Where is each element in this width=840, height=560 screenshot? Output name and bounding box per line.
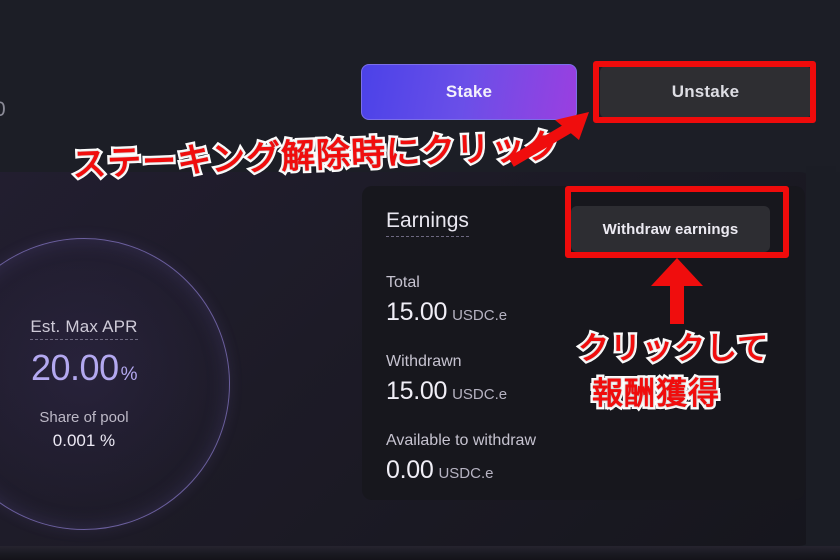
stat-value-row: 0.00 USDC.e [386,456,536,485]
page-bottom-strip [0,546,840,560]
stat-value-row: 15.00 USDC.e [386,298,507,327]
highlight-box-unstake [593,61,816,123]
app-screenshot: 0 Est. Max APR 20.00% Share of pool 0.00… [0,0,840,560]
stat-label: Total [386,274,420,291]
annotation-withdraw-note-line1: クリックして [575,329,770,370]
apr-content: Est. Max APR 20.00% Share of pool 0.001 … [0,239,229,529]
apr-percent-symbol: % [120,364,138,385]
stat-available-to-withdraw: Available to withdraw 0.00 USDC.e [386,432,536,485]
stat-value: 15.00 [386,298,448,326]
stat-unit: USDC.e [452,307,508,324]
panel-right-gutter [806,166,836,552]
stat-total: Total 15.00 USDC.e [386,274,507,327]
stat-label: Available to withdraw [386,432,537,449]
stat-withdrawn: Withdrawn 15.00 USDC.e [386,353,507,406]
annotation-arrow-to-withdraw-icon [651,258,703,324]
apr-ring: Est. Max APR 20.00% Share of pool 0.001 … [0,238,230,530]
share-of-pool-label: Share of pool [39,409,129,426]
annotation-arrow-to-unstake-icon [508,112,589,167]
apr-label: Est. Max APR [30,317,138,340]
stat-unit: USDC.e [452,386,508,403]
apr-value: 20.00 [31,347,119,388]
earnings-title: Earnings [386,209,469,237]
stat-label: Withdrawn [386,353,462,370]
annotation-withdraw-note-line2: 報酬獲得 [590,374,722,415]
highlight-box-withdraw-earnings [565,186,789,258]
stat-value: 0.00 [386,456,434,484]
stat-unit: USDC.e [438,465,494,482]
stat-value-row: 15.00 USDC.e [386,377,507,406]
stat-value: 15.00 [386,377,448,405]
share-of-pool-value: 0.001 % [52,431,116,450]
truncated-left-value: 0 [0,98,6,122]
apr-value-row: 20.00% [31,347,138,389]
